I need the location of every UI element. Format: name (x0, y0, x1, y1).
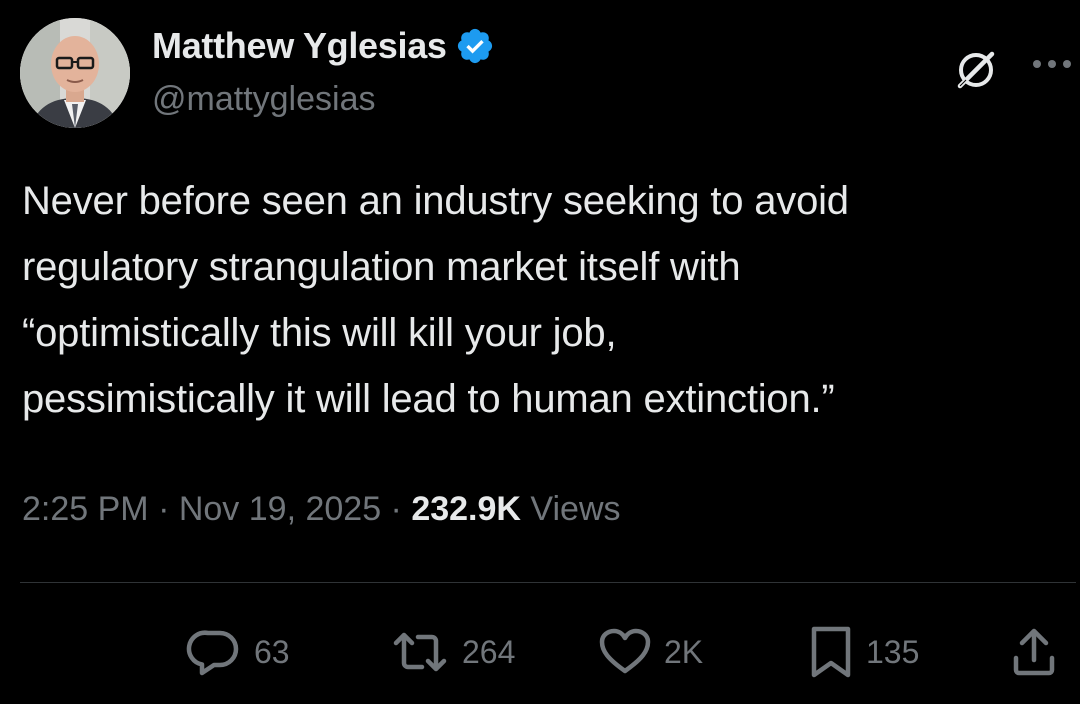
tweet-text: Never before seen an industry seeking to… (22, 168, 1062, 432)
share-button[interactable] (1010, 622, 1058, 682)
repost-count: 264 (462, 633, 516, 670)
tweet-text-line: regulatory strangulation market itself w… (22, 245, 741, 289)
divider (20, 582, 1076, 583)
tweet-meta: 2:25 PM · Nov 19, 2025 · 232.9K Views (22, 484, 621, 534)
name-row: Matthew Yglesias (152, 24, 495, 68)
grok-icon[interactable] (950, 44, 1002, 96)
repost-button[interactable]: 264 (390, 622, 515, 682)
share-icon (1010, 626, 1058, 678)
tweet-text-line: pessimistically it will lead to human ex… (22, 377, 835, 421)
verified-badge-icon (455, 26, 495, 66)
bookmark-icon (808, 625, 854, 679)
bookmark-button[interactable]: 135 (808, 622, 919, 682)
meta-separator: · (148, 490, 179, 528)
author-handle[interactable]: @mattyglesias (152, 80, 375, 119)
meta-separator: · (381, 490, 412, 528)
views-label[interactable]: Views (530, 490, 620, 528)
tweet-time[interactable]: 2:25 PM (22, 490, 149, 528)
reply-count: 63 (254, 633, 290, 670)
like-icon (598, 627, 652, 677)
reply-icon (186, 627, 242, 677)
tweet-text-line: “optimistically this will kill your job, (22, 311, 617, 355)
tweet-date[interactable]: Nov 19, 2025 (179, 490, 381, 528)
avatar[interactable] (20, 18, 130, 128)
views-count[interactable]: 232.9K (411, 490, 521, 528)
more-icon[interactable] (1030, 56, 1074, 72)
repost-icon (390, 627, 450, 677)
reply-button[interactable]: 63 (186, 622, 290, 682)
like-count: 2K (664, 633, 704, 670)
bookmark-count: 135 (866, 633, 920, 670)
like-button[interactable]: 2K (598, 622, 703, 682)
tweet: Matthew Yglesias @mattyglesias Never bef… (0, 0, 1080, 704)
display-name[interactable]: Matthew Yglesias (152, 25, 447, 67)
tweet-text-line: Never before seen an industry seeking to… (22, 179, 849, 223)
